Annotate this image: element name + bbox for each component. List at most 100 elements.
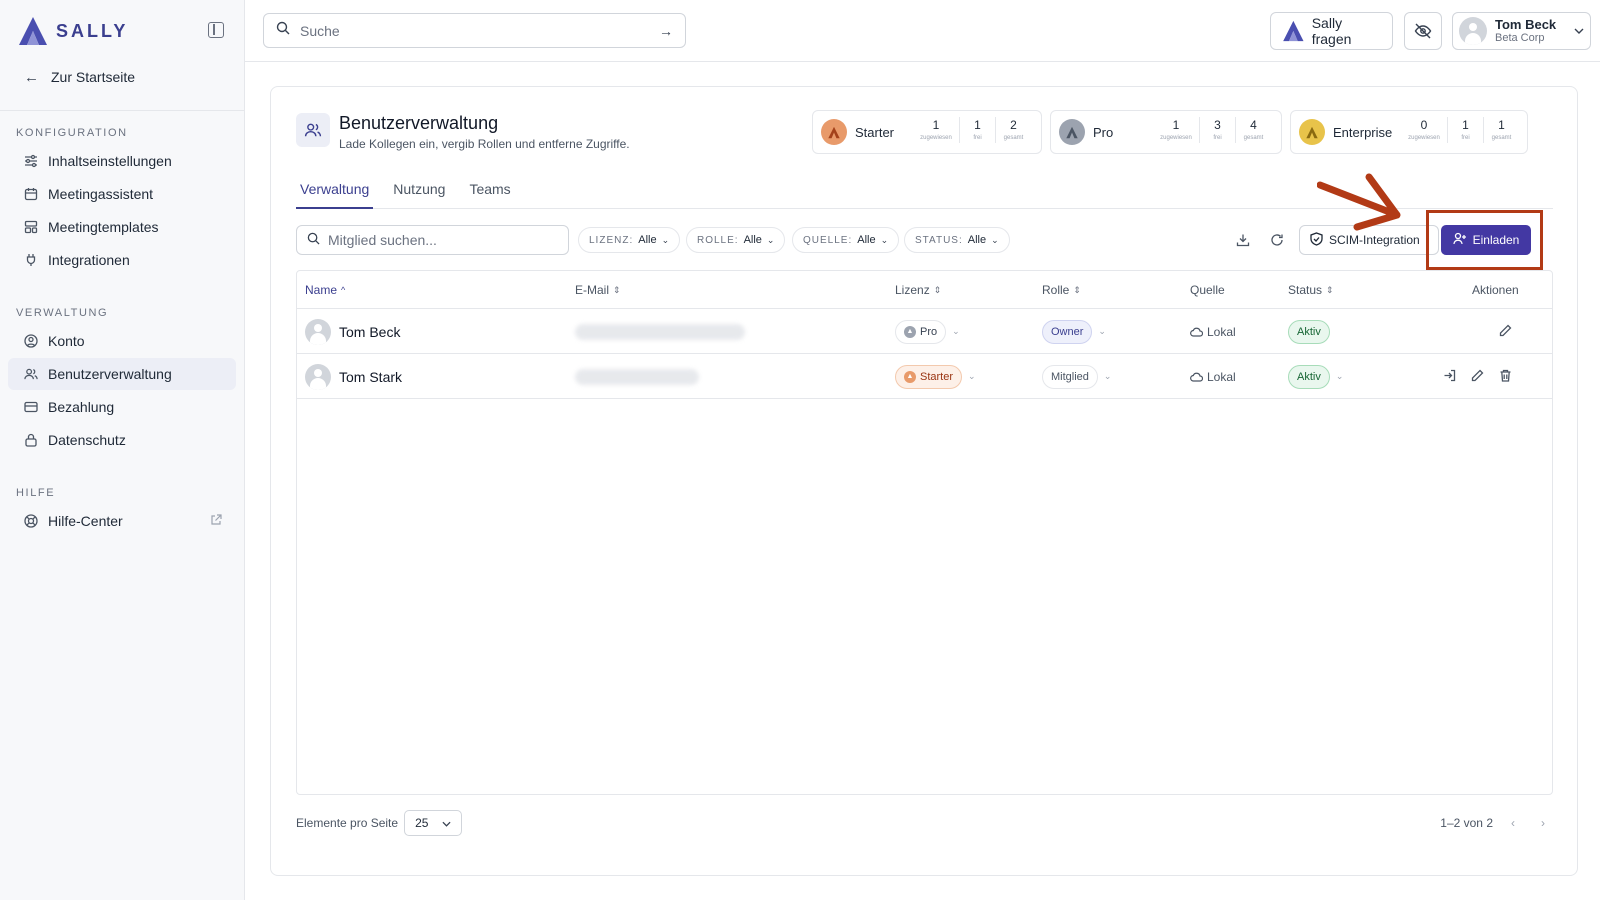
lock-icon [24,433,38,447]
enterprise-logo-icon [1299,119,1325,145]
sidebar-item-datenschutz[interactable]: Datenschutz [8,424,236,456]
actions-cell [1497,309,1513,354]
column-header-role[interactable]: Rolle ⇕ [1042,283,1081,297]
pro-logo-icon: ▲ [904,325,916,338]
filter-value: Alle [638,234,657,246]
avatar [305,318,331,345]
download-icon[interactable] [1232,229,1254,251]
sidebar-collapse-icon[interactable] [208,22,224,38]
refresh-icon[interactable] [1266,229,1288,251]
chevron-left-icon[interactable]: ‹ [1503,816,1523,830]
sidebar-item-meetingtemplates[interactable]: Meetingtemplates [8,211,236,243]
sliders-icon [24,154,38,168]
back-link-label: Zur Startseite [51,69,136,85]
filter-role[interactable]: ROLLE: Alle ⌄ [686,227,786,253]
login-as-icon[interactable] [1441,369,1457,385]
sidebar-item-hilfe-center[interactable]: Hilfe-Center [8,505,236,537]
cloud-icon [1190,372,1203,382]
per-page-select[interactable]: 25 [404,810,463,836]
chevron-down-icon: ⌄ [991,234,999,245]
license-pill: ▲ Pro [895,319,947,344]
stat-free: 1 frei [959,117,995,143]
stat-assigned: 1 zugewiesen [920,118,952,141]
member-search-input[interactable]: Mitglied suchen... [296,225,569,255]
column-header-actions: Aktionen [1472,283,1519,297]
search-placeholder: Suche [300,22,340,39]
chevron-down-icon: ⌄ [661,234,670,245]
tab-verwaltung[interactable]: Verwaltung [296,177,374,209]
column-header-license[interactable]: Lizenz ⇕ [895,283,941,297]
sidebar-item-label: Datenschutz [48,432,126,448]
ask-sally-label: Sally fragen [1311,15,1352,47]
user-menu-button[interactable]: Tom Beck Beta Corp [1452,12,1591,50]
trash-icon[interactable] [1497,369,1513,385]
sally-logo-icon [1283,20,1304,42]
sidebar-divider [0,110,244,111]
column-header-name[interactable]: Name ^ [305,283,345,297]
sidebar-item-meetingassistent[interactable]: Meetingassistent [8,178,236,210]
user-name: Tom Beck [1495,16,1557,32]
chevron-down-icon [442,816,451,830]
filter-value: Alle [743,234,762,246]
column-label: Name [305,283,338,297]
column-header-status[interactable]: Status ⇕ [1288,283,1334,297]
sort-asc-icon: ^ [341,285,346,295]
filter-status[interactable]: STATUS: Alle ⌄ [904,227,1010,253]
section-title-hilfe: HILFE [16,487,56,499]
license-cell[interactable]: ▲ Pro ⌄ [895,309,960,354]
arrow-right-icon[interactable]: → [659,23,673,39]
starter-logo-icon [821,119,847,145]
license-pill: ▲ Starter [895,364,963,389]
license-name: Starter [855,124,895,140]
column-header-source: Quelle [1190,283,1225,297]
page-title: Benutzerverwaltung [339,113,499,133]
filter-label: LIZENZ: [589,234,634,246]
email-cell-redacted [575,354,699,399]
sidebar-item-konto[interactable]: Konto [8,325,236,357]
sidebar-item-benutzerverwaltung[interactable]: Benutzerverwaltung [8,358,236,390]
sidebar-item-integrationen[interactable]: Integrationen [8,244,236,276]
logo[interactable]: SALLY [16,15,128,47]
sort-icon: ⇕ [1073,284,1081,295]
column-header-email[interactable]: E-Mail ⇕ [575,283,621,297]
column-label: Rolle [1042,283,1070,297]
user-circle-icon [24,334,38,348]
edit-icon[interactable] [1497,324,1513,340]
ask-sally-button[interactable]: Sally fragen [1270,12,1393,50]
user-info: Tom Beck Beta Corp [1495,16,1557,45]
pagination: Elemente pro Seite 25 1–2 von 2 ‹ › [296,809,1553,837]
sort-icon: ⇕ [1326,284,1334,295]
source-cell: Lokal [1190,309,1236,354]
back-to-home-link[interactable]: ← Zur Startseite [0,62,244,92]
pro-logo-icon [1059,119,1085,145]
sidebar-item-label: Inhaltseinstellungen [48,153,172,169]
license-cell[interactable]: ▲ Starter ⌄ [895,354,976,399]
filter-license[interactable]: LIZENZ: Alle ⌄ [578,227,681,253]
top-bar: Suche → Sally fragen Tom Beck Beta Corp [245,0,1600,62]
users-icon [296,113,330,147]
chevron-down-icon: ⌄ [1103,371,1112,381]
tab-teams[interactable]: Teams [465,177,514,209]
filter-value: Alle [967,234,987,246]
filter-value: Alle [857,234,876,246]
tab-nutzung[interactable]: Nutzung [389,177,449,209]
filter-label: STATUS: [915,234,963,246]
sidebar-item-bezahlung[interactable]: Bezahlung [8,391,236,423]
external-link-icon [210,513,222,529]
filter-source[interactable]: QUELLE: Alle ⌄ [792,227,900,253]
status-badge: Aktiv [1288,319,1330,344]
filter-label: ROLLE: [697,234,739,246]
privacy-toggle-button[interactable] [1404,12,1442,50]
edit-icon[interactable] [1469,369,1485,385]
sidebar-item-label: Integrationen [48,252,130,268]
status-cell[interactable]: Aktiv ⌄ [1288,354,1343,399]
user-name: Tom Stark [339,368,403,385]
role-cell[interactable]: Owner ⌄ [1042,309,1106,354]
role-cell[interactable]: Mitglied ⌄ [1042,354,1111,399]
license-stats: 1 zugewiesen 3 frei 4 gesamt [1153,117,1271,143]
sidebar-item-inhaltseinstellungen[interactable]: Inhaltseinstellungen [8,145,236,177]
search-icon [276,21,290,40]
chevron-right-icon[interactable]: › [1533,816,1553,830]
global-search-input[interactable]: Suche → [263,13,686,48]
redacted-email [575,368,699,385]
